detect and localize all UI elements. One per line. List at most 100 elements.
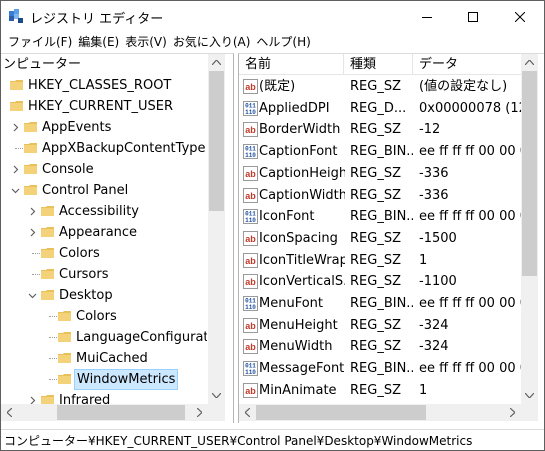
tree-item[interactable]: Desktop	[1, 285, 207, 306]
value-list[interactable]: ab (既定) REG_SZ (値の設定なし) 011 110 AppliedDPI REG_…	[239, 76, 521, 402]
tree-item[interactable]: HKEY_CLASSES_ROOT	[1, 75, 207, 96]
string-value-icon: ab	[243, 79, 258, 94]
value-name: CaptionFont	[259, 144, 338, 160]
minimize-button[interactable]	[404, 1, 450, 32]
tree-item[interactable]: HKEY_CURRENT_USER	[1, 96, 207, 117]
scroll-down-arrow-icon[interactable]	[208, 387, 225, 404]
string-value-icon: ab	[243, 230, 258, 246]
tree-item-label: ンピューター	[3, 57, 82, 72]
value-type: REG_BIN...	[350, 296, 413, 311]
tree-item-label: Colors	[59, 246, 100, 261]
maximize-button[interactable]	[450, 1, 496, 32]
scroll-left-arrow-icon[interactable]	[239, 404, 256, 421]
tree-item[interactable]: MuiCached	[1, 348, 207, 369]
list-vertical-scrollbar[interactable]	[521, 54, 538, 404]
folder-icon	[41, 227, 54, 237]
value-row[interactable]: ab CaptionHeight REG_SZ -336	[239, 163, 521, 185]
tree-item[interactable]: Cursors	[1, 264, 207, 285]
folder-icon	[41, 290, 54, 300]
value-row[interactable]: ab MenuWidth REG_SZ -324	[239, 336, 521, 358]
value-row[interactable]: 011 110 IconFont REG_BIN... ee ff ff ff 00 0…	[239, 206, 521, 228]
menu-favorites[interactable]: お気に入り(A)	[170, 32, 254, 52]
svg-text:ab: ab	[245, 125, 256, 135]
value-data: (値の設定なし)	[419, 79, 508, 94]
tree-item-label: HKEY_CURRENT_USER	[28, 99, 174, 114]
column-header-name[interactable]: 名前	[239, 54, 344, 75]
list-horizontal-scroll-thumb[interactable]	[256, 405, 426, 420]
tree-item[interactable]: Appearance	[1, 222, 207, 243]
tree-item[interactable]: ンピューター	[1, 54, 207, 75]
tree-item[interactable]: WindowMetrics	[1, 369, 207, 390]
list-vertical-scroll-thumb[interactable]	[522, 71, 537, 276]
svg-text:ab: ab	[245, 234, 256, 244]
value-row[interactable]: abIconVerticalS... REG_SZ -1100	[239, 271, 521, 293]
tree-vertical-scroll-thumb[interactable]	[209, 71, 224, 211]
value-data: -12	[419, 122, 441, 138]
svg-text:ab: ab	[245, 277, 256, 287]
tree-horizontal-scrollbar[interactable]	[1, 404, 208, 421]
svg-text:110: 110	[245, 369, 256, 376]
value-row[interactable]: ab CaptionWidth REG_SZ -336	[239, 185, 521, 207]
value-name: CaptionHeight	[259, 165, 345, 181]
value-row[interactable]: ab MinAnimate REG_SZ 1	[239, 380, 521, 402]
tree-item-label: AppXBackupContentType	[42, 141, 206, 156]
tree-item[interactable]: Colors	[1, 306, 207, 327]
menu-help[interactable]: ヘルプ(H)	[253, 32, 313, 52]
tree-item[interactable]: Console	[1, 159, 207, 180]
value-data: 1	[419, 382, 428, 398]
tree-item-label: Appearance	[59, 225, 138, 240]
collapsed-chevron-icon[interactable]	[28, 207, 37, 216]
string-value-icon: ab	[243, 382, 258, 398]
value-data: ee ff ff ff 00 00 00	[419, 209, 521, 225]
scroll-left-arrow-icon[interactable]	[1, 404, 18, 421]
registry-editor-window: レジストリ エディター ファイル(F) 編集(E) 表示(V) お気に入り(A)…	[0, 0, 545, 451]
tree-item[interactable]: AppXBackupContentType	[1, 138, 207, 159]
value-row[interactable]: ab MenuHeight REG_SZ -324	[239, 315, 521, 337]
value-row[interactable]: 011 110 MessageFont REG_BIN... ee ff ff ff 0…	[239, 358, 521, 380]
tree-item[interactable]: Infrared	[1, 390, 207, 404]
tree-scroll-corner	[208, 404, 225, 421]
scroll-right-arrow-icon[interactable]	[504, 404, 521, 421]
value-row[interactable]: ab IconTitleWrap REG_SZ 1	[239, 250, 521, 272]
folder-icon	[10, 101, 23, 111]
close-button[interactable]	[497, 1, 543, 32]
expanded-chevron-icon[interactable]	[11, 186, 20, 195]
folder-icon	[41, 248, 54, 258]
key-tree[interactable]: ンピューター HKEY_CLASSES_ROOT HKEY_CURRENT_USER…	[1, 54, 207, 404]
scroll-up-arrow-icon[interactable]	[208, 54, 225, 71]
value-row[interactable]: ab BorderWidth REG_SZ -12	[239, 119, 521, 141]
collapsed-chevron-icon[interactable]	[11, 165, 20, 174]
tree-item[interactable]: Accessibility	[1, 201, 207, 222]
value-data: 1	[419, 252, 428, 268]
tree-item[interactable]: AppEvents	[1, 117, 207, 138]
folder-icon	[58, 332, 71, 342]
column-header-type[interactable]: 種類	[344, 54, 413, 75]
tree-item[interactable]: Control Panel	[1, 180, 207, 201]
value-row[interactable]: 011 110 MenuFont REG_BIN... ee ff ff ff 00 0…	[239, 293, 521, 315]
tree-item[interactable]: LanguageConfiguration	[1, 327, 207, 348]
value-data: ee ff ff ff 00 00 00	[419, 296, 521, 311]
list-horizontal-scrollbar[interactable]	[239, 404, 521, 421]
folder-icon	[41, 395, 54, 404]
collapsed-chevron-icon[interactable]	[11, 123, 20, 132]
tree-horizontal-scroll-thumb[interactable]	[57, 405, 185, 420]
value-row[interactable]: 011 110 CaptionFont REG_BIN... ee ff ff ff 0…	[239, 141, 521, 163]
collapsed-chevron-icon[interactable]	[28, 228, 37, 237]
value-type: REG_SZ	[350, 274, 401, 290]
value-row[interactable]: ab IconSpacing REG_SZ -1500	[239, 228, 521, 250]
scroll-up-arrow-icon[interactable]	[521, 54, 538, 71]
scroll-down-arrow-icon[interactable]	[521, 387, 538, 404]
expanded-chevron-icon[interactable]	[28, 291, 37, 300]
tree-item[interactable]: Colors	[1, 243, 207, 264]
menu-view[interactable]: 表示(V)	[122, 32, 170, 52]
value-row[interactable]: 011110AppliedDPI REG_D... 0x00000078 (120)	[239, 98, 521, 120]
value-row[interactable]: ab (既定) REG_SZ (値の設定なし)	[239, 76, 521, 98]
menu-edit[interactable]: 編集(E)	[75, 32, 122, 52]
column-header-data[interactable]: データ	[413, 54, 529, 75]
title-bar[interactable]: レジストリ エディター	[1, 1, 544, 32]
value-type: REG_SZ	[350, 79, 401, 94]
scroll-right-arrow-icon[interactable]	[191, 404, 208, 421]
menu-file[interactable]: ファイル(F)	[5, 32, 75, 52]
tree-vertical-scrollbar[interactable]	[208, 54, 225, 404]
collapsed-chevron-icon[interactable]	[28, 396, 37, 404]
